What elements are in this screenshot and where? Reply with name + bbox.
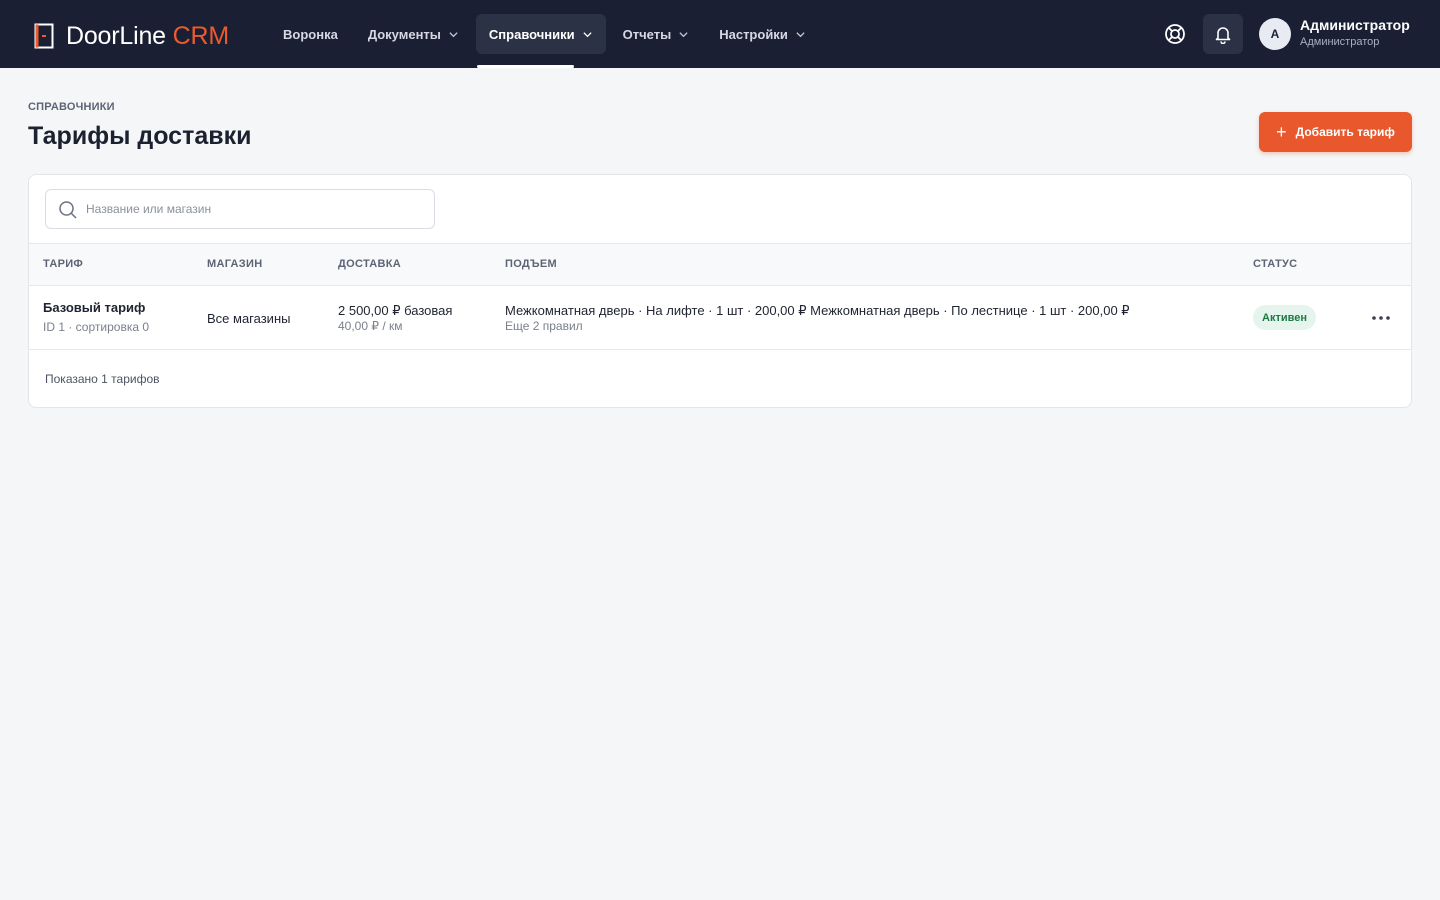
logo-accent: CRM [172, 21, 230, 50]
nav-item-directories[interactable]: Справочники [475, 14, 606, 54]
add-tariff-label: Добавить тариф [1295, 125, 1395, 139]
nav-item-documents[interactable]: Документы [355, 14, 472, 54]
lifting-more: Еще 2 правил [505, 319, 583, 333]
tariff-name[interactable]: Базовый тариф [43, 300, 145, 315]
bell-icon [1215, 27, 1231, 44]
page-title: Тарифы доставки [28, 122, 252, 150]
notifications-button[interactable] [1203, 14, 1243, 54]
main-nav: Воронка Документы Справочники Отчеты Нас… [270, 14, 823, 54]
row-actions-button[interactable] [1366, 304, 1396, 332]
add-tariff-button[interactable]: + Добавить тариф [1259, 112, 1412, 152]
nav-item-label: Отчеты [622, 26, 672, 42]
logo-text: DoorLine CRM [66, 21, 230, 50]
nav-item-label: Документы [367, 26, 441, 42]
chevron-down-icon [679, 31, 688, 37]
plus-icon: + [1276, 122, 1287, 142]
lifting-rules: Межкомнатная дверь · На лифте · 1 шт · 2… [505, 303, 1130, 318]
search-input[interactable] [86, 190, 426, 228]
table-footer-summary: Показано 1 тарифов [45, 372, 160, 386]
nav-item-label: Воронка [283, 26, 338, 42]
door-logo-icon [34, 23, 54, 49]
table-row[interactable]: Базовый тариф ID 1 · сортировка 0 Все ма… [29, 286, 1411, 350]
column-header-lifting[interactable]: ПОДЪЕМ [505, 258, 557, 270]
nav-item-label: Справочники [488, 26, 575, 42]
nav-item-reports[interactable]: Отчеты [610, 14, 703, 54]
column-header-store[interactable]: МАГАЗИН [207, 258, 262, 270]
more-horizontal-icon [1372, 316, 1390, 320]
app-logo[interactable]: DoorLine CRM [34, 22, 229, 50]
breadcrumb: СПРАВОЧНИКИ [28, 101, 115, 113]
column-header-tariff[interactable]: ТАРИФ [43, 258, 83, 270]
user-role: Администратор [1300, 36, 1380, 48]
status-badge: Активен [1253, 305, 1316, 330]
nav-item-label: Настройки [719, 26, 788, 42]
help-button[interactable] [1155, 14, 1195, 54]
nav-item-settings[interactable]: Настройки [706, 14, 819, 54]
avatar[interactable]: А [1259, 18, 1291, 50]
tariff-store: Все магазины [207, 311, 291, 326]
chevron-down-icon [449, 31, 458, 37]
search-icon [59, 201, 77, 219]
active-nav-indicator [477, 65, 574, 68]
user-name[interactable]: Администратор [1300, 17, 1410, 33]
tariff-meta: ID 1 · сортировка 0 [43, 320, 150, 334]
table-header: ТАРИФ МАГАЗИН ДОСТАВКА ПОДЪЕМ СТАТУС [29, 243, 1411, 286]
tariffs-card: ТАРИФ МАГАЗИН ДОСТАВКА ПОДЪЕМ СТАТУС Баз… [28, 174, 1412, 408]
delivery-per-km: 40,00 ₽ / км [338, 319, 403, 333]
top-bar: DoorLine CRM Воронка Документы Справочни… [0, 0, 1440, 68]
delivery-base: 2 500,00 ₽ базовая [338, 303, 453, 318]
column-header-delivery[interactable]: ДОСТАВКА [338, 258, 401, 270]
lifebuoy-icon [1165, 24, 1185, 44]
search-box [45, 189, 435, 229]
chevron-down-icon [583, 31, 592, 37]
chevron-down-icon [796, 31, 805, 37]
column-header-status[interactable]: СТАТУС [1253, 258, 1297, 270]
nav-item-funnel[interactable]: Воронка [270, 14, 351, 54]
